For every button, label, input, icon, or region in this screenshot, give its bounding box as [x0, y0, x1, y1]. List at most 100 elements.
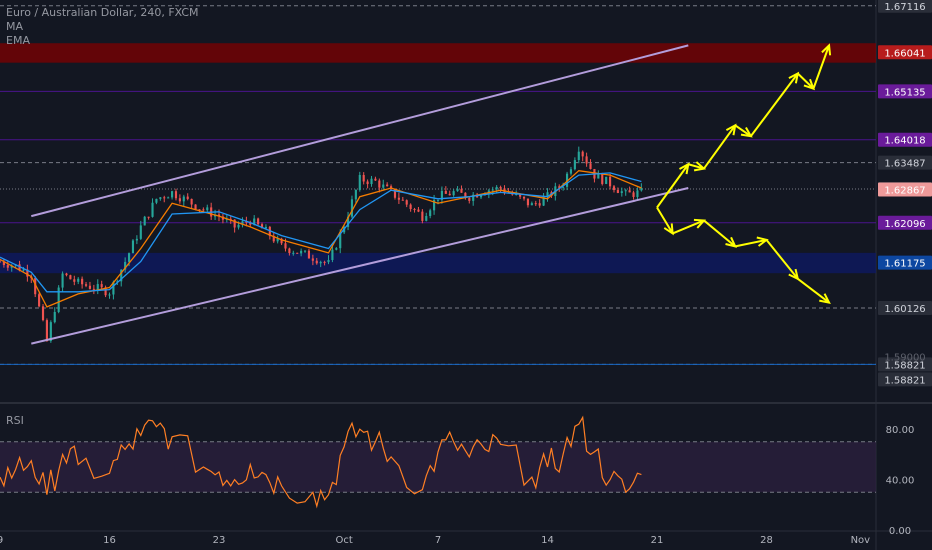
time-axis-label: 16 — [103, 535, 116, 546]
candle-body — [131, 240, 135, 254]
candle-body — [401, 199, 404, 201]
candle-body — [456, 189, 459, 192]
candle-body — [491, 189, 494, 191]
rsi-label[interactable]: RSI — [6, 414, 24, 427]
price-axis-label: 1.64018 — [878, 132, 932, 147]
price-axis-label: 1.66041 — [878, 45, 932, 60]
candle-body — [202, 209, 205, 211]
candle — [69, 274, 72, 280]
price-chart[interactable]: 1.67116 1.66041 1.65135 1.64018 1.63487 1.628… — [0, 0, 932, 550]
candle-body — [397, 197, 400, 200]
candle-body — [159, 197, 162, 199]
candle-body — [143, 216, 146, 226]
candle-body — [292, 252, 295, 254]
candle-body — [413, 209, 416, 211]
candle-body — [155, 198, 158, 203]
candle-body — [597, 173, 600, 179]
candle-body — [569, 169, 573, 174]
candle-body — [237, 224, 240, 228]
candle-body — [6, 265, 9, 268]
price-axis-label: 1.63487 — [878, 155, 932, 170]
candle-body — [452, 191, 455, 196]
time-axis-label: 9 — [0, 535, 3, 546]
price-axis-label: 1.62096 — [878, 215, 932, 230]
candle-body — [601, 173, 604, 184]
candle-body — [577, 151, 580, 161]
candle-body — [182, 196, 185, 202]
candle-body — [307, 250, 311, 259]
candle-body — [65, 273, 68, 276]
candle-body — [147, 216, 150, 218]
candle-body — [409, 204, 412, 210]
candle-body — [620, 191, 623, 193]
time-axis-label: 23 — [213, 535, 226, 546]
candle-body — [327, 259, 330, 263]
price-label-text: 1.58821 — [884, 375, 925, 386]
candle — [257, 217, 260, 226]
candle-body — [382, 184, 385, 188]
candle-body — [167, 197, 170, 199]
candle-body — [163, 197, 166, 199]
candle-body — [186, 196, 189, 199]
candle-body — [323, 261, 326, 263]
candle-body — [92, 288, 95, 290]
rsi-axis-label: 80.00 — [886, 425, 915, 436]
rsi-axis-label: 40.00 — [886, 476, 915, 487]
candle-body — [178, 198, 181, 202]
candle-body — [311, 258, 314, 261]
candle-body — [636, 190, 639, 197]
candle-body — [468, 198, 471, 201]
price-label-text: 1.66041 — [884, 48, 925, 59]
candle-body — [378, 180, 381, 188]
candle-body — [296, 252, 299, 254]
candle-body — [100, 284, 103, 288]
candle-body — [127, 253, 131, 262]
candle-body — [288, 248, 291, 254]
price-label-text: 1.63487 — [884, 159, 925, 170]
candle-body — [585, 156, 588, 164]
candle-body — [170, 191, 174, 198]
candle-body — [81, 278, 84, 285]
symbol-title[interactable]: Euro / Australian Dollar, 240, FXCM — [6, 6, 199, 20]
candle-body — [370, 178, 373, 185]
price-label-obscured: 1.59000 — [884, 353, 925, 364]
candle-body — [460, 189, 463, 193]
candle-body — [300, 250, 303, 254]
candle-body — [362, 174, 365, 182]
time-axis-label: 14 — [541, 535, 554, 546]
indicator-ema-label[interactable]: EMA — [6, 34, 199, 48]
time-axis-label: Nov — [851, 535, 871, 546]
candle-body — [61, 273, 64, 288]
candle-body — [108, 294, 111, 296]
candle-body — [448, 193, 451, 196]
price-axis-label: 1.65135 — [878, 84, 932, 99]
candle-body — [315, 260, 318, 264]
time-axis-label: 21 — [651, 535, 664, 546]
time-axis-label: 28 — [760, 535, 773, 546]
candle-body — [96, 284, 99, 290]
candle-body — [366, 181, 369, 185]
candle-body — [616, 190, 619, 193]
candle — [45, 318, 49, 342]
price-label-text: 1.65135 — [884, 87, 925, 98]
candle-body — [495, 186, 498, 190]
candle-body — [429, 210, 432, 216]
rsi-axis-label: 0.00 — [889, 526, 911, 537]
candle-body — [135, 238, 138, 241]
price-axis-label: 1.67116 — [878, 0, 932, 13]
candle-body — [284, 243, 287, 249]
candle-body — [499, 186, 502, 189]
candle-body — [45, 320, 49, 342]
candle-body — [73, 279, 76, 282]
candle-body — [436, 199, 440, 201]
candle-body — [526, 198, 530, 206]
rsi-band-fill — [0, 441, 876, 493]
candle-body — [386, 184, 389, 187]
candle — [41, 304, 45, 322]
indicator-ma-label[interactable]: MA — [6, 20, 199, 34]
price-label-text: 1.62096 — [884, 219, 925, 230]
price-label-text: 1.67116 — [884, 2, 925, 13]
candle-body — [605, 176, 608, 184]
candle-body — [41, 306, 45, 321]
price-axis-label: 1.58821 — [878, 372, 932, 387]
